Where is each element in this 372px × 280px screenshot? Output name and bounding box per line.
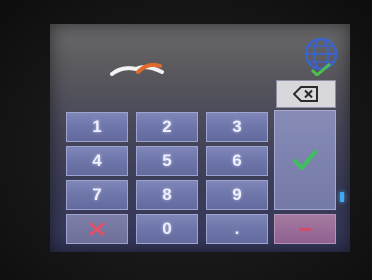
key-label: 8	[162, 185, 172, 204]
brand-logo-icon	[110, 62, 164, 76]
key-label: 0	[162, 219, 172, 238]
key-label: 6	[232, 151, 242, 170]
status-indicator	[340, 192, 344, 202]
key-decimal[interactable]: .	[206, 214, 268, 244]
key-1[interactable]: 1	[66, 112, 128, 142]
key-9[interactable]: 9	[206, 180, 268, 210]
backspace-button[interactable]	[276, 80, 336, 108]
key-8[interactable]: 8	[136, 180, 198, 210]
confirm-button[interactable]	[274, 110, 336, 210]
key-label: 9	[232, 185, 242, 204]
key-3[interactable]: 3	[206, 112, 268, 142]
touch-screen: 1 2 3 4 5 6 7 8 9 0 .	[50, 24, 350, 252]
checkmark-icon	[293, 150, 317, 170]
key-label: 4	[92, 151, 102, 170]
device-bezel: 1 2 3 4 5 6 7 8 9 0 .	[0, 0, 372, 280]
key-7[interactable]: 7	[66, 180, 128, 210]
cancel-button[interactable]	[66, 214, 128, 244]
key-4[interactable]: 4	[66, 146, 128, 176]
clear-button[interactable]	[274, 214, 336, 244]
key-label: 3	[232, 117, 242, 136]
key-label: 1	[92, 117, 102, 136]
dash-icon	[299, 227, 311, 231]
key-6[interactable]: 6	[206, 146, 268, 176]
key-label: 7	[92, 185, 102, 204]
key-0[interactable]: 0	[136, 214, 198, 244]
key-label: 2	[162, 117, 172, 136]
key-2[interactable]: 2	[136, 112, 198, 142]
key-5[interactable]: 5	[136, 146, 198, 176]
close-icon	[89, 222, 105, 236]
key-label: .	[234, 219, 240, 238]
key-label: 5	[162, 151, 172, 170]
globe-icon[interactable]	[300, 36, 342, 76]
backspace-icon	[293, 86, 318, 102]
